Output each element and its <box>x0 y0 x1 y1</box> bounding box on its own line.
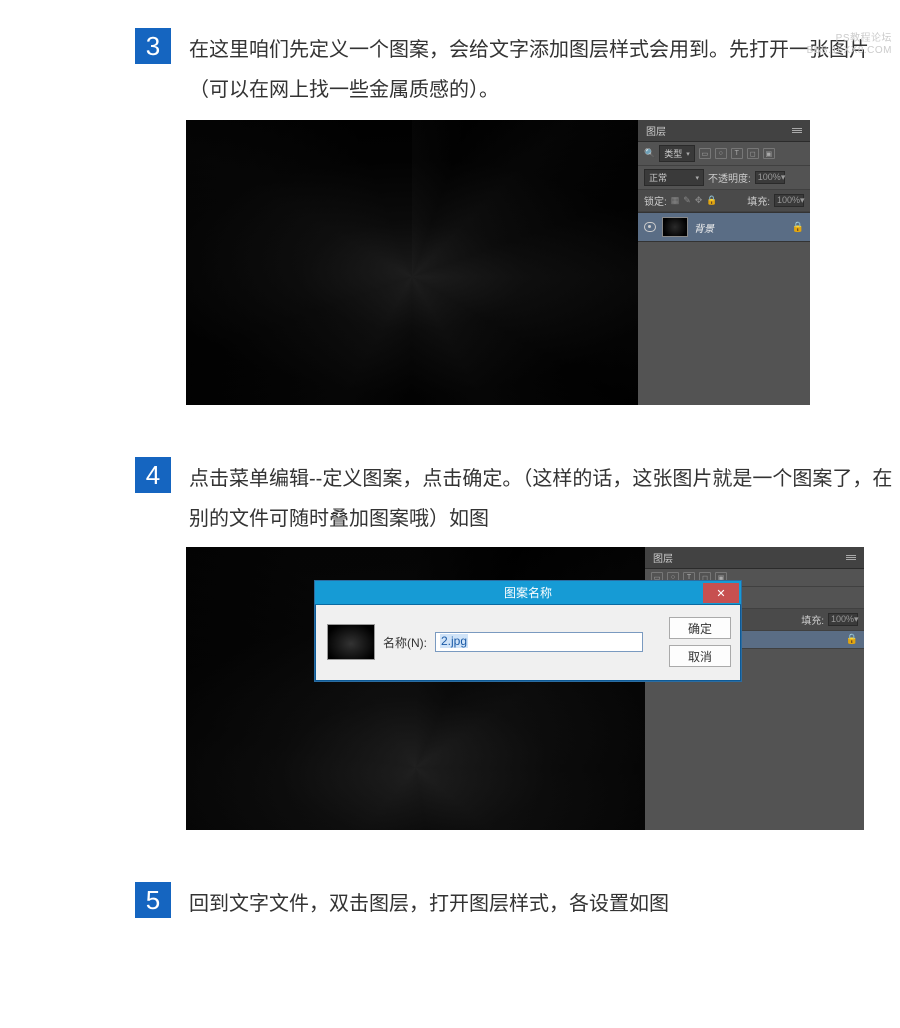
step-4-number: 4 <box>135 457 171 493</box>
fill-label-2: 填充: <box>801 612 824 627</box>
fill-value-2[interactable]: 100%▾ <box>828 613 858 626</box>
canvas-preview <box>186 120 638 405</box>
lock-fill-row: 锁定: ▦ ✎ ✥ 🔒 填充: 100%▾ <box>638 190 810 212</box>
name-value: 2.jpg <box>440 634 468 648</box>
opacity-value[interactable]: 100%▾ <box>755 171 785 184</box>
lock-icon: 🔒 <box>792 222 804 233</box>
panel-menu-icon[interactable] <box>846 555 856 560</box>
layers-panel-tab[interactable]: 图层 <box>638 120 810 142</box>
lock-label: 锁定: <box>644 193 667 208</box>
filter-adjust-icon[interactable]: ○ <box>715 148 727 159</box>
layer-row-background[interactable]: 背景 🔒 <box>638 212 810 242</box>
layer-type-filter-row: 🔍 类型 ▾ ▭ ○ T ◻ ▣ <box>638 142 810 166</box>
layer-thumbnail <box>662 217 688 237</box>
fill-value[interactable]: 100%▾ <box>774 194 804 207</box>
layers-tab-label-2: 图层 <box>653 550 673 565</box>
step-3: 3 在这里咱们先定义一个图案，会给文字添加图层样式会用到。先打开一张图片（可以在… <box>0 28 900 110</box>
kind-select[interactable]: 类型 ▾ <box>659 145 695 162</box>
step-3-number: 3 <box>135 28 171 64</box>
lock-transparent-icon[interactable]: ▦ <box>671 195 680 206</box>
blend-mode-value: 正常 <box>649 171 667 184</box>
kind-label: 类型 <box>664 147 682 160</box>
lock-all-icon[interactable]: 🔒 <box>706 195 717 206</box>
layer-name: 背景 <box>694 220 786 235</box>
chevron-down-icon: ▾ <box>686 150 690 158</box>
chevron-down-icon: ▾ <box>695 174 699 182</box>
filter-shape-icon[interactable]: ◻ <box>747 148 759 159</box>
step-4-text: 点击菜单编辑--定义图案，点击确定。（这样的话，这张图片就是一个图案了，在别的文… <box>189 457 900 539</box>
watermark-line1: PS教程论坛 <box>807 33 892 45</box>
layers-tab-label: 图层 <box>646 123 666 138</box>
filter-type-icon[interactable]: T <box>731 148 743 159</box>
dialog-titlebar: 图案名称 ✕ <box>315 581 741 605</box>
visibility-eye-icon[interactable] <box>644 222 656 232</box>
lock-icon: 🔒 <box>846 634 858 645</box>
lock-position-icon[interactable]: ✥ <box>695 195 703 206</box>
blend-mode-select[interactable]: 正常 ▾ <box>644 169 704 186</box>
dialog-body: 名称(N): 2.jpg 确定 取消 <box>315 605 741 681</box>
lock-pixels-icon[interactable]: ✎ <box>683 195 691 206</box>
cancel-button[interactable]: 取消 <box>669 645 731 667</box>
close-button[interactable]: ✕ <box>703 583 739 603</box>
dialog-buttons: 确定 取消 <box>669 617 731 667</box>
fill-label: 填充: <box>747 193 770 208</box>
name-input[interactable]: 2.jpg <box>435 632 643 652</box>
screenshot-1: 图层 🔍 类型 ▾ ▭ ○ T ◻ ▣ 正常 ▾ 不透明度: 100%▾ 锁定:… <box>186 120 810 405</box>
dialog-title: 图案名称 <box>315 584 741 601</box>
pattern-thumbnail <box>327 624 375 660</box>
filter-pixel-icon[interactable]: ▭ <box>699 148 711 159</box>
panel-menu-icon[interactable] <box>792 128 802 133</box>
name-label: 名称(N): <box>383 634 427 651</box>
filter-smart-icon[interactable]: ▣ <box>763 148 775 159</box>
pattern-name-dialog: 图案名称 ✕ 名称(N): 2.jpg 确定 取消 <box>314 580 742 682</box>
watermark: PS教程论坛 BBS.16XX8.COM <box>807 33 892 57</box>
search-icon: 🔍 <box>644 148 655 159</box>
blend-opacity-row: 正常 ▾ 不透明度: 100%▾ <box>638 166 810 190</box>
screenshot-2: 图层 ▭ ○ T ◻ ▣ 不透明度: 100%▾ 🔒 填充: 100%▾ 🔒 图… <box>186 547 864 830</box>
layers-panel: 图层 🔍 类型 ▾ ▭ ○ T ◻ ▣ 正常 ▾ 不透明度: 100%▾ 锁定:… <box>638 120 810 405</box>
opacity-label: 不透明度: <box>708 170 751 185</box>
step-5-text: 回到文字文件，双击图层，打开图层样式，各设置如图 <box>189 882 669 924</box>
step-3-text: 在这里咱们先定义一个图案，会给文字添加图层样式会用到。先打开一张图片（可以在网上… <box>189 28 900 110</box>
step-5: 5 回到文字文件，双击图层，打开图层样式，各设置如图 <box>0 882 900 924</box>
step-4: 4 点击菜单编辑--定义图案，点击确定。（这样的话，这张图片就是一个图案了，在别… <box>0 457 900 539</box>
watermark-line2: BBS.16XX8.COM <box>807 45 892 57</box>
dialog-content: 名称(N): 2.jpg <box>327 617 643 667</box>
layers-panel-tab-2[interactable]: 图层 <box>645 547 864 569</box>
step-5-number: 5 <box>135 882 171 918</box>
ok-button[interactable]: 确定 <box>669 617 731 639</box>
